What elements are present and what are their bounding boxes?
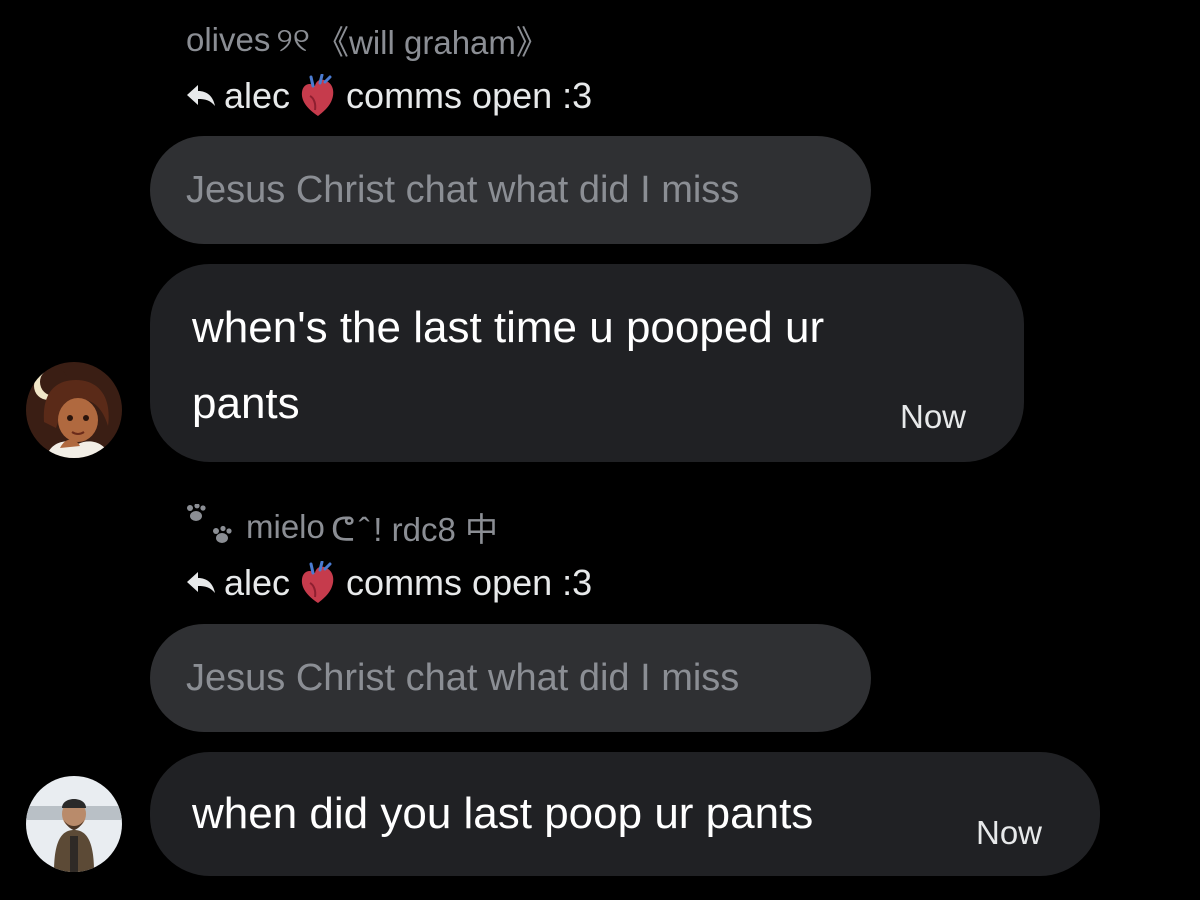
sender-line-2: mielo ᕦ ̂ ! rdc8 中: [186, 503, 498, 551]
reply-to-rest: comms open :3: [346, 562, 593, 603]
quoted-message-1[interactable]: Jesus Christ chat what did I miss: [150, 136, 871, 244]
message-bubble-1[interactable]: when's the last time u pooped ur pants N…: [150, 264, 1024, 462]
man-in-snow-avatar[interactable]: [26, 776, 122, 872]
sender-name: olives: [186, 21, 271, 58]
quoted-text: Jesus Christ chat what did I miss: [186, 168, 740, 211]
message-bubble-2[interactable]: when did you last poop ur pants Now: [150, 752, 1100, 876]
sender-line-1: olives ୨୧ 《will graham》: [186, 16, 549, 64]
quoted-text: Jesus Christ chat what did I miss: [186, 656, 740, 699]
sender-glyph: ୨୧: [276, 20, 311, 58]
message-timestamp: Now: [900, 398, 967, 435]
reply-to-name: alec: [224, 562, 291, 603]
reply-to-rest: comms open :3: [346, 75, 593, 116]
quoted-message-2[interactable]: Jesus Christ chat what did I miss: [150, 624, 871, 732]
reply-to-name: alec: [224, 75, 291, 116]
sender-glyph: ᕦ ̂ ! rdc8 中: [330, 511, 498, 548]
reply-line-2[interactable]: alec comms open :3: [186, 561, 592, 605]
cartoon-girl-avatar[interactable]: [26, 362, 122, 458]
heart-anatomical-icon: [301, 74, 334, 116]
message-text: when did you last poop ur pants: [192, 789, 814, 838]
message-timestamp: Now: [976, 814, 1043, 851]
reply-arrow-icon: [187, 85, 215, 106]
paw-prints-icon: [187, 504, 232, 543]
sender-name: mielo: [246, 508, 325, 545]
reply-line-1[interactable]: alec comms open :3: [186, 74, 592, 118]
message-text-line-2: pants: [192, 379, 300, 428]
message-text-line-1: when's the last time u pooped ur: [192, 303, 825, 352]
avatar-image: [26, 776, 122, 872]
heart-anatomical-icon: [301, 561, 334, 603]
sender-suffix: 《will graham》: [316, 24, 549, 61]
reply-arrow-icon: [187, 572, 215, 593]
avatar-image: [26, 362, 122, 458]
